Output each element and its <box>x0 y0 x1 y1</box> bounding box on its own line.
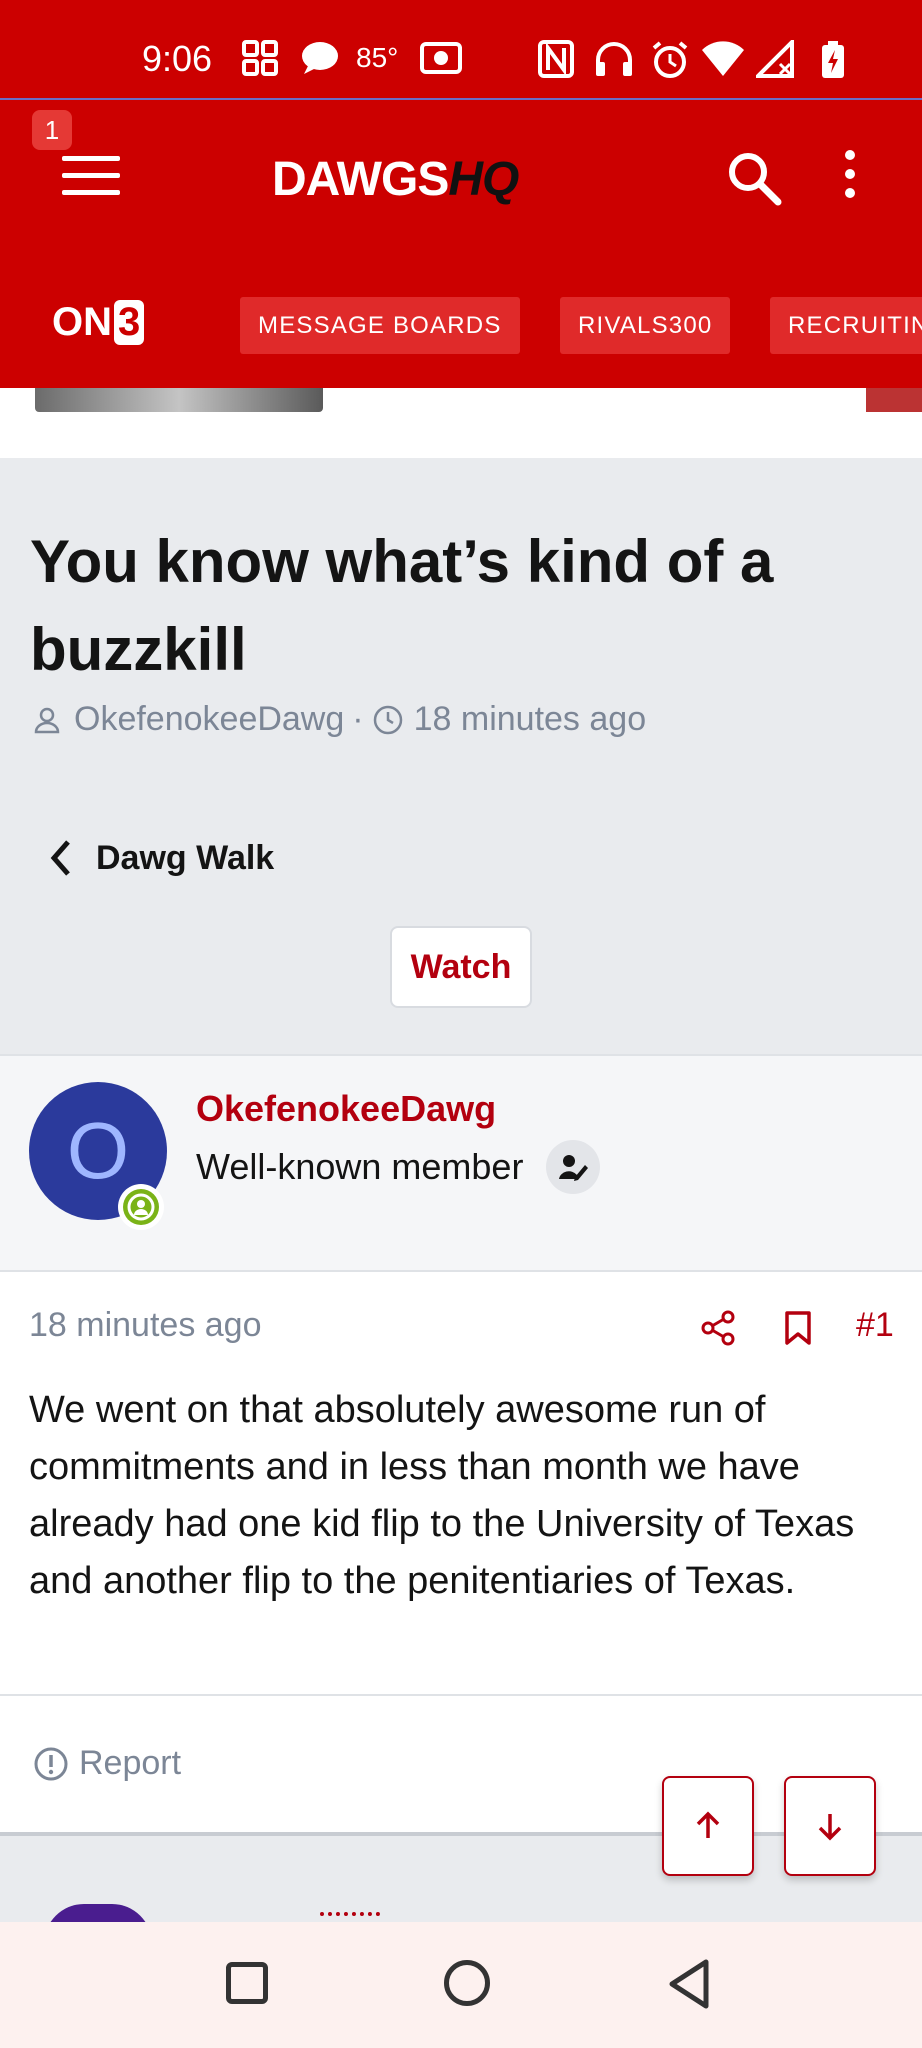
thread-meta: OkefenokeeDawg · 18 minutes ago <box>32 700 646 739</box>
radio-icon <box>420 42 462 74</box>
back-triangle-icon[interactable] <box>666 1958 712 2010</box>
arrow-up-icon <box>696 1811 720 1838</box>
arrow-down-icon <box>818 1814 842 1841</box>
report-label: Report <box>79 1744 182 1782</box>
on3-logo[interactable]: ON 3 <box>52 300 145 345</box>
nfc-icon <box>538 40 574 78</box>
thread-title: You know what’s kind of a buzzkill <box>30 528 774 683</box>
meta-separator: · <box>352 700 364 738</box>
carousel-image[interactable] <box>35 388 323 412</box>
divider <box>0 1694 922 1696</box>
user-icon <box>34 707 60 733</box>
on3-text: ON <box>52 300 112 344</box>
more-options-icon[interactable] <box>838 150 862 210</box>
post-username[interactable]: OkefenokeeDawg <box>196 1088 496 1130</box>
wifi-icon <box>702 41 744 76</box>
alarm-icon <box>652 41 688 78</box>
logo-hq: HQ <box>448 153 519 206</box>
nav-message-boards[interactable]: MESSAGE BOARDS <box>240 297 520 354</box>
status-bar: 9:06 85° <box>0 0 922 100</box>
forum-back-link[interactable]: Dawg Walk <box>46 838 274 878</box>
scroll-down-button[interactable] <box>784 1776 876 1876</box>
logo-text: DAWGS <box>272 153 449 206</box>
bookmark-icon[interactable] <box>782 1310 814 1346</box>
clock-icon <box>373 705 402 734</box>
battery-charging-icon <box>822 41 844 78</box>
post-body: We went on that absolutely awesome run o… <box>29 1389 855 1602</box>
share-icon[interactable] <box>700 1310 736 1346</box>
post-time[interactable]: 18 minutes ago <box>29 1306 262 1345</box>
forum-name: Dawg Walk <box>96 838 275 877</box>
temperature: 85° <box>356 42 399 73</box>
online-status-icon <box>118 1184 164 1230</box>
thread-author[interactable]: OkefenokeeDawg <box>74 700 344 739</box>
site-logo[interactable]: DAWGSHQ <box>272 152 519 207</box>
nav-recruiting[interactable]: RECRUITIN <box>770 297 922 354</box>
nav-rivals300[interactable]: RIVALS300 <box>560 297 731 354</box>
search-icon[interactable] <box>726 150 782 206</box>
next-post-username[interactable] <box>320 1912 380 1922</box>
report-link[interactable]: Report <box>33 1744 181 1783</box>
status-time: 9:06 <box>142 38 213 79</box>
thread-time[interactable]: 18 minutes ago <box>414 700 647 739</box>
headphones-icon <box>596 42 632 76</box>
notification-badge[interactable]: 1 <box>32 110 72 150</box>
post-number-link[interactable]: #1 <box>856 1306 894 1345</box>
signal-icon <box>756 40 794 78</box>
home-circle-icon[interactable] <box>444 1960 490 2006</box>
on3-number: 3 <box>114 300 145 345</box>
carousel-image[interactable] <box>866 388 922 412</box>
member-badge-icon[interactable] <box>546 1140 600 1194</box>
scroll-up-button[interactable] <box>662 1776 754 1876</box>
watch-button[interactable]: Watch <box>390 926 532 1008</box>
chat-bubble-icon <box>302 42 338 74</box>
chevron-left-icon <box>50 840 70 876</box>
user-title: Well-known member <box>196 1146 524 1187</box>
hamburger-menu-icon[interactable] <box>62 156 120 200</box>
alert-icon <box>34 1747 68 1780</box>
grid-icon <box>242 40 278 76</box>
recents-square-icon[interactable] <box>226 1962 268 2004</box>
